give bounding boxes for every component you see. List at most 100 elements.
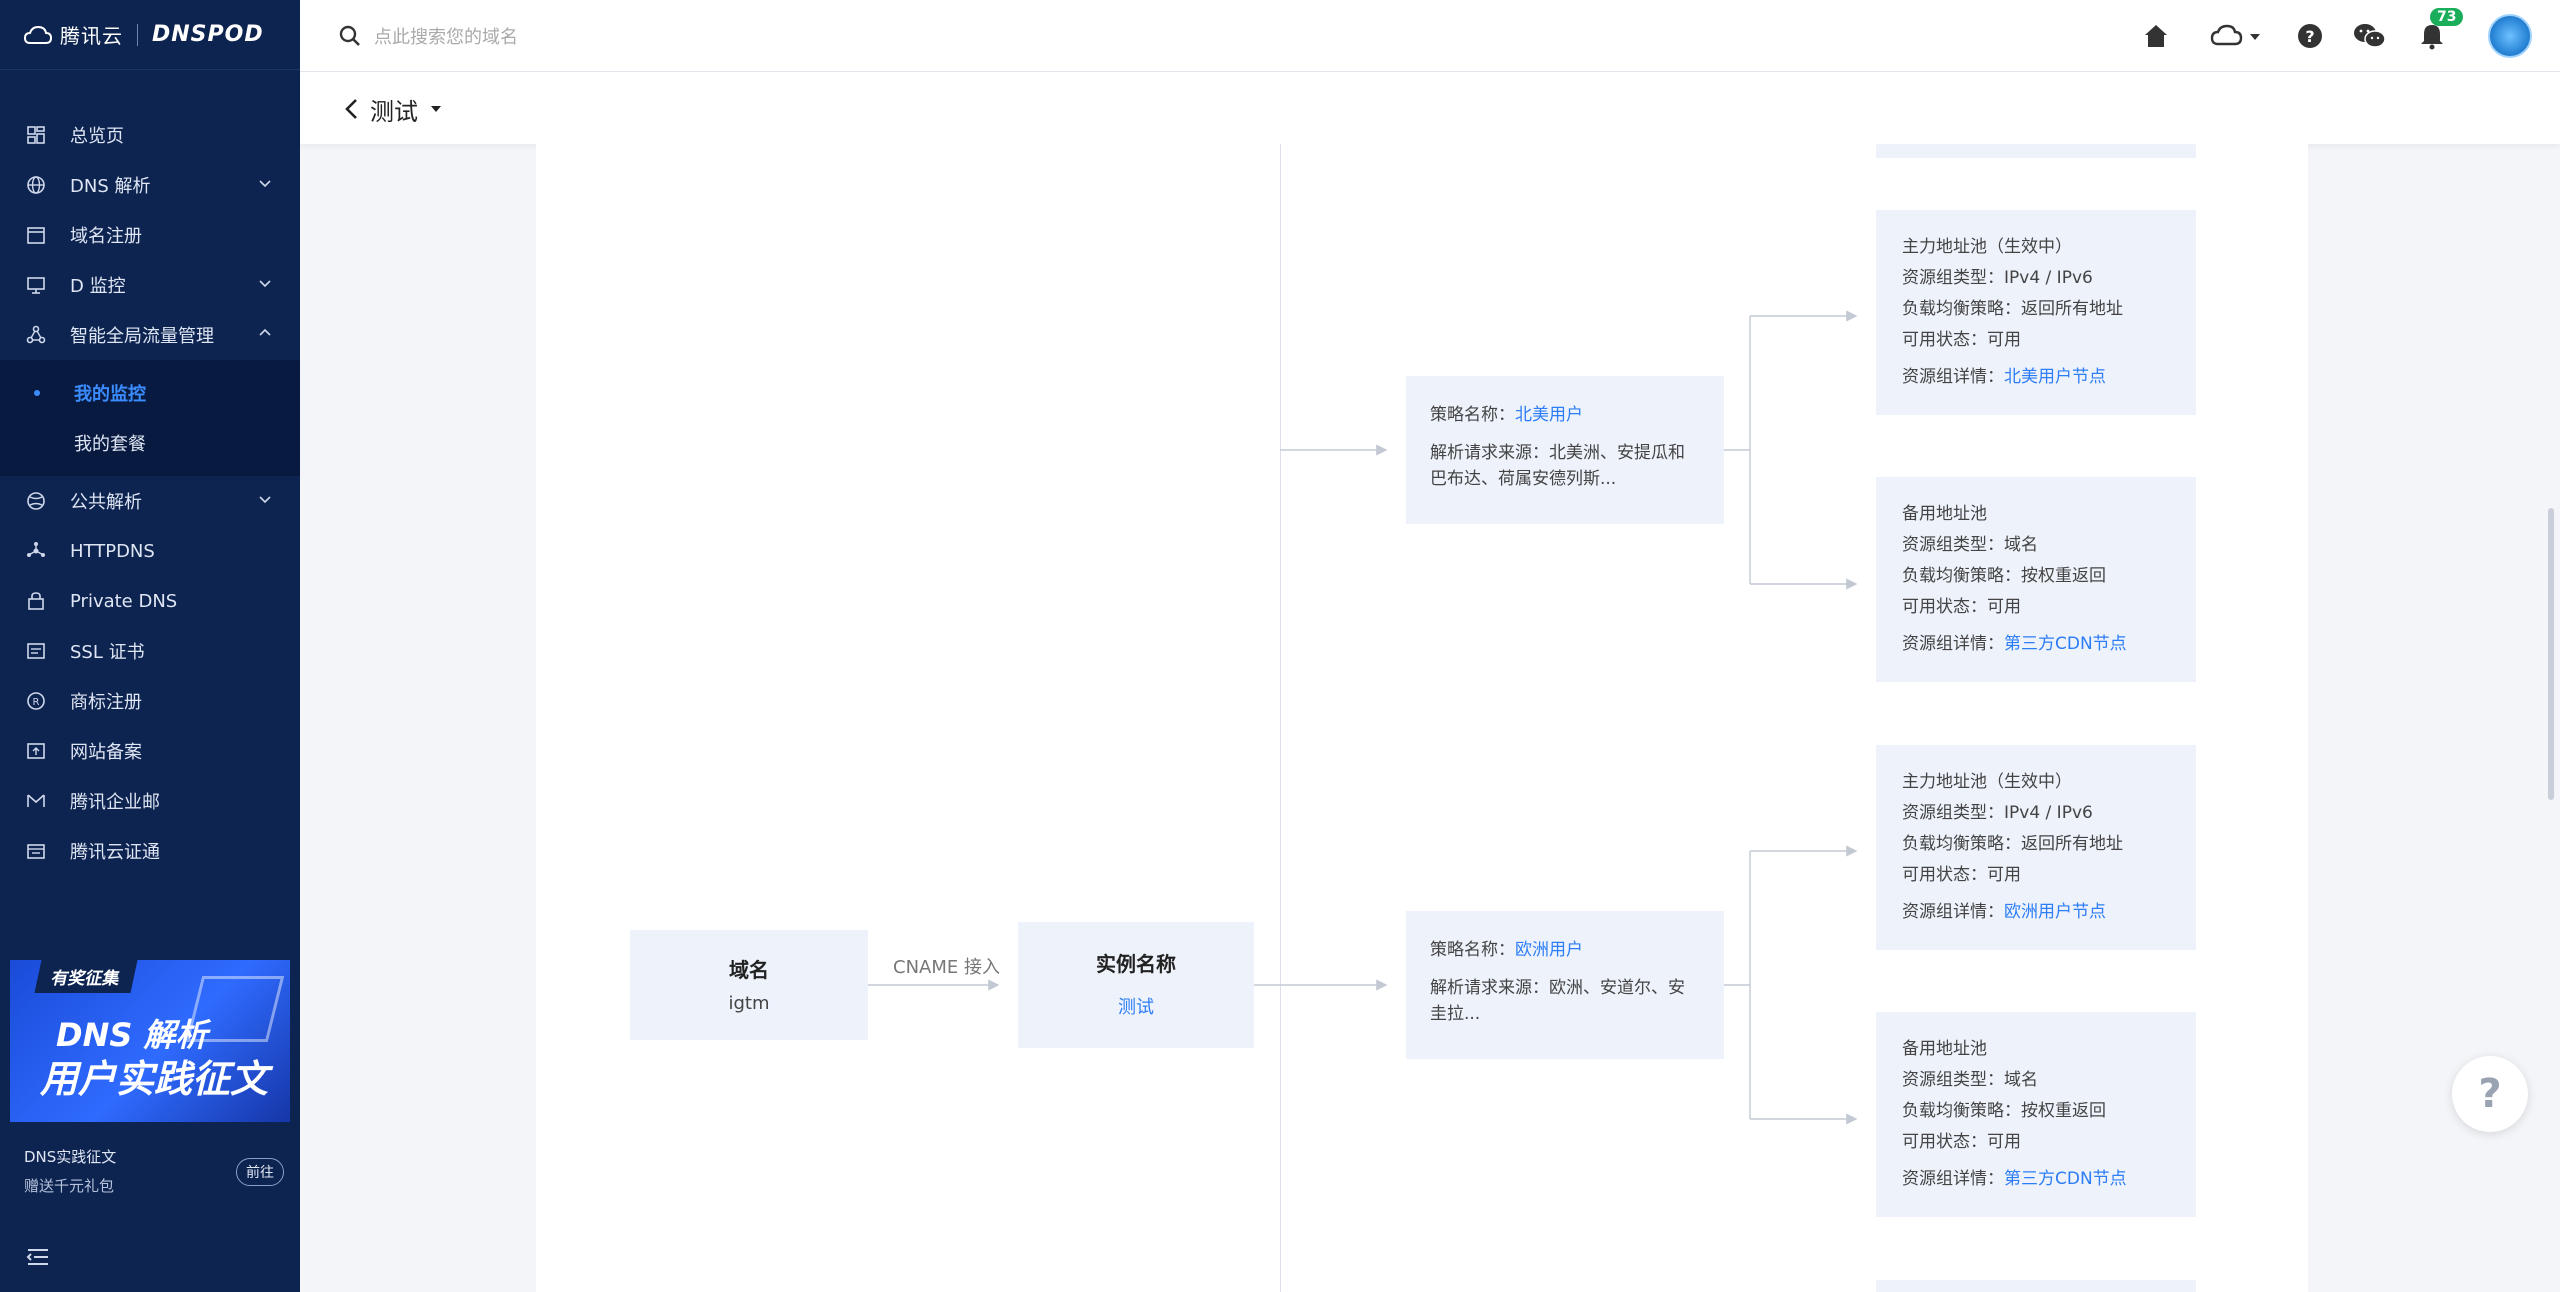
brand-name: 腾讯云 <box>60 24 123 48</box>
lock-icon <box>26 591 46 611</box>
globe-icon <box>26 175 46 195</box>
sidebar-item-public-dns[interactable]: 公共解析 <box>0 476 300 526</box>
pool-detail-row: 资源组详情：欧洲用户节点 <box>1902 897 2170 928</box>
instance-node[interactable]: 实例名称 测试 <box>1018 922 1254 1048</box>
mail-icon <box>26 791 46 811</box>
pool-card-backup-na[interactable]: 备用地址池 资源组类型：域名 负载均衡策略：按权重返回 可用状态：可用 资源组详… <box>1876 477 2196 682</box>
promo-go-button[interactable]: 前往 <box>236 1158 284 1186</box>
strategy-source-row: 解析请求来源：北美洲、安提瓜和巴布达、荷属安德列斯... <box>1430 440 1700 492</box>
strategy-name-link[interactable]: 欧洲用户 <box>1515 940 1583 960</box>
chevron-down-icon <box>259 180 271 188</box>
certificate-icon <box>26 641 46 661</box>
instance-node-value[interactable]: 测试 <box>1018 993 1254 1019</box>
strategy-name-link[interactable]: 北美用户 <box>1515 405 1583 425</box>
record-icon <box>26 741 46 761</box>
cloud-dropdown-icon[interactable] <box>2210 22 2262 50</box>
sidebar-item-private-dns[interactable]: Private DNS <box>0 576 300 626</box>
instance-node-title: 实例名称 <box>1096 952 1176 976</box>
pool-type: 资源组类型：域名 <box>1902 1070 2038 1090</box>
page-title[interactable]: 测试 <box>370 92 418 127</box>
id-card-icon <box>26 841 46 861</box>
domain-node[interactable]: 域名 igtm <box>630 930 868 1040</box>
monitor-icon <box>26 275 46 295</box>
sidebar-item-exmail[interactable]: 腾讯企业邮 <box>0 776 300 826</box>
sidebar-item-label: SSL 证书 <box>70 642 145 663</box>
pool-card-primary-eu[interactable]: 主力地址池（生效中） 资源组类型：IPv4 / IPv6 负载均衡策略：返回所有… <box>1876 745 2196 950</box>
pool-card-backup-eu[interactable]: 备用地址池 资源组类型：域名 负载均衡策略：按权重返回 可用状态：可用 资源组详… <box>1876 1012 2196 1217</box>
sidebar: 腾讯云 DNSPOD 总览页 DNS 解析 域名注册 D 监控 智能全局流量管理 <box>0 0 300 1292</box>
sidebar-item-my-package[interactable]: 我的套餐 <box>0 418 300 468</box>
nodes-icon <box>26 325 46 345</box>
sidebar-item-ssl[interactable]: SSL 证书 <box>0 626 300 676</box>
svg-text:?: ? <box>2305 27 2314 46</box>
strategy-source-label: 解析请求来源： <box>1430 978 1549 998</box>
avatar[interactable] <box>2488 14 2532 58</box>
sidebar-item-label: 腾讯企业邮 <box>70 792 160 813</box>
pool-detail-link[interactable]: 第三方CDN节点 <box>2004 634 2127 654</box>
pool-title: 主力地址池（生效中） <box>1902 237 2072 257</box>
sidebar-item-label: 总览页 <box>70 126 124 147</box>
sidebar-item-label: 网站备案 <box>70 742 142 763</box>
trademark-icon: R <box>26 691 46 711</box>
pool-detail-link[interactable]: 第三方CDN节点 <box>2004 1169 2127 1189</box>
strategy-node-north-america[interactable]: 策略名称：北美用户 解析请求来源：北美洲、安提瓜和巴布达、荷属安德列斯... <box>1406 376 1724 524</box>
sidebar-item-httpdns[interactable]: HTTPDNS <box>0 526 300 576</box>
sidebar-item-d-monitor[interactable]: D 监控 <box>0 260 300 310</box>
strategy-node-europe[interactable]: 策略名称：欧洲用户 解析请求来源：欧洲、安道尔、安圭拉... <box>1406 911 1724 1059</box>
sidebar-item-my-monitor[interactable]: 我的监控 <box>0 368 300 418</box>
search-input[interactable] <box>374 22 974 52</box>
collapse-sidebar-icon[interactable] <box>26 1246 50 1268</box>
back-arrow-icon[interactable] <box>344 98 358 120</box>
promo-line2: 用户实践征文 <box>40 1057 269 1101</box>
gtm-submenu: 我的监控 我的套餐 <box>0 360 300 476</box>
brand-logo[interactable]: 腾讯云 DNSPOD <box>0 0 300 70</box>
pool-detail-link[interactable]: 欧洲用户节点 <box>2004 902 2106 922</box>
sidebar-item-domain-register[interactable]: 域名注册 <box>0 210 300 260</box>
pool-type: 资源组类型：IPv4 / IPv6 <box>1902 803 2093 823</box>
pool-detail-link[interactable]: 北美用户节点 <box>2004 367 2106 387</box>
pool-detail-label: 资源组详情： <box>1902 634 2004 654</box>
share-icon <box>26 541 46 561</box>
strategy-name-row: 策略名称：北美用户 <box>1430 402 1700 428</box>
sidebar-item-label: 域名注册 <box>70 226 142 247</box>
home-icon[interactable] <box>2142 22 2170 50</box>
search-icon[interactable] <box>338 24 362 48</box>
sidebar-item-trademark[interactable]: R 商标注册 <box>0 676 300 726</box>
chevron-up-icon <box>259 328 271 336</box>
sidebar-item-label: HTTPDNS <box>70 540 155 562</box>
cloud-logo-icon <box>24 25 52 44</box>
pool-card-partial-bottom <box>1876 1280 2196 1292</box>
wechat-icon[interactable] <box>2352 22 2386 50</box>
strategy-name-row: 策略名称：欧洲用户 <box>1430 937 1700 963</box>
topology-divider <box>1280 144 1281 1292</box>
strategy-source-label: 解析请求来源： <box>1430 443 1549 463</box>
sidebar-item-icp[interactable]: 网站备案 <box>0 726 300 776</box>
pool-detail-label: 资源组详情： <box>1902 1169 2004 1189</box>
svg-text:R: R <box>33 697 40 708</box>
pool-detail-row: 资源组详情：第三方CDN节点 <box>1902 629 2170 660</box>
sidebar-item-overview[interactable]: 总览页 <box>0 110 300 160</box>
pool-type: 资源组类型：IPv4 / IPv6 <box>1902 268 2093 288</box>
pool-card-primary-na[interactable]: 主力地址池（生效中） 资源组类型：IPv4 / IPv6 负载均衡策略：返回所有… <box>1876 210 2196 415</box>
help-circle-icon[interactable]: ? <box>2296 22 2324 50</box>
pool-policy: 负载均衡策略：返回所有地址 <box>1902 834 2123 854</box>
promo-footer: DNS实践征文 赠送千元礼包 前往 <box>0 1138 300 1208</box>
page-scrollbar[interactable] <box>2548 508 2554 800</box>
pool-detail-label: 资源组详情： <box>1902 902 2004 922</box>
bell-icon[interactable] <box>2418 22 2446 50</box>
sidebar-item-gtm[interactable]: 智能全局流量管理 <box>0 310 300 360</box>
pool-status: 可用状态：可用 <box>1902 1132 2021 1152</box>
sidebar-item-dns[interactable]: DNS 解析 <box>0 160 300 210</box>
pool-title: 备用地址池 <box>1902 1039 1987 1059</box>
pool-policy: 负载均衡策略：返回所有地址 <box>1902 299 2123 319</box>
brand-product: DNSPOD <box>152 22 264 47</box>
caret-down-icon[interactable] <box>430 104 442 114</box>
help-float-button[interactable]: ? <box>2452 1056 2528 1132</box>
chevron-down-icon <box>259 280 271 288</box>
promo-banner[interactable]: 有奖征集 DNS 解析 用户实践征文 <box>10 960 290 1122</box>
brand-divider <box>137 23 138 46</box>
pool-detail-row: 资源组详情：第三方CDN节点 <box>1902 1164 2170 1195</box>
strategy-name-label: 策略名称： <box>1430 405 1515 425</box>
sidebar-item-cloud-cert[interactable]: 腾讯云证通 <box>0 826 300 876</box>
notification-badge: 73 <box>2430 8 2464 26</box>
